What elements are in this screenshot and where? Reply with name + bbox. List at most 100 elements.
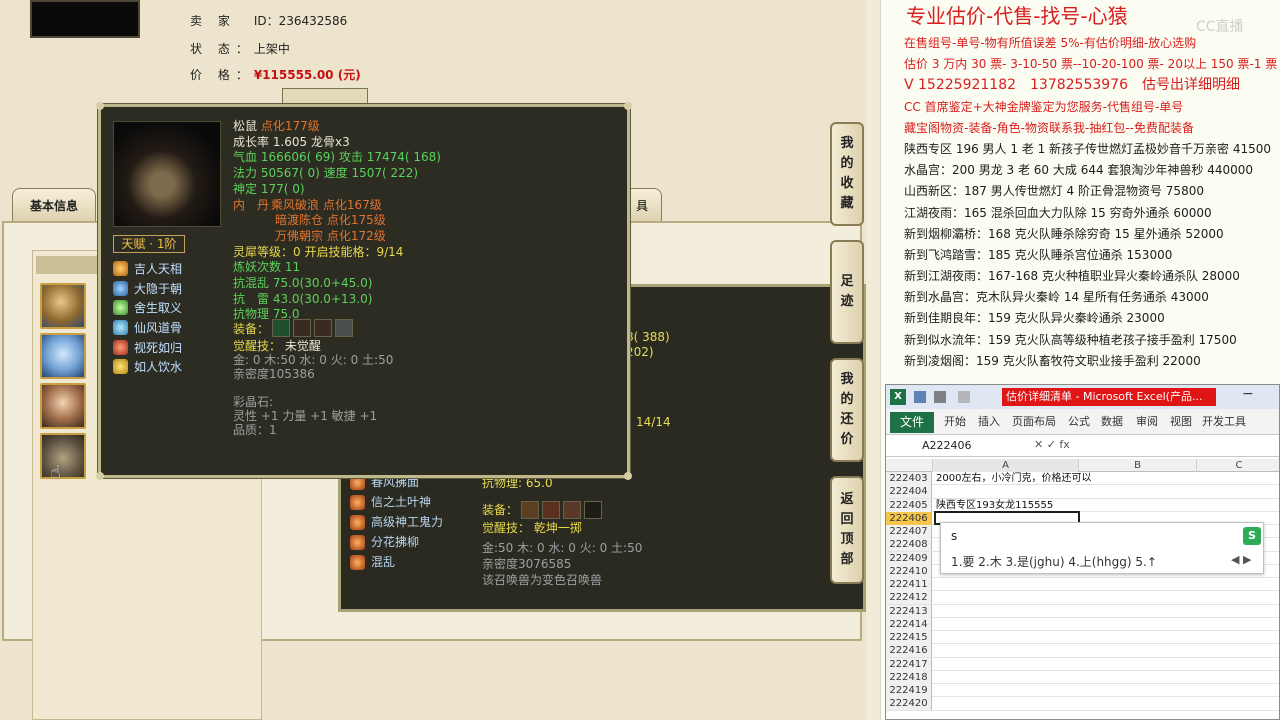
equip-slot [293,319,312,337]
skill-item: 大隐于朝 [113,279,182,299]
pet-thumb[interactable] [40,283,86,329]
pet-thumb[interactable] [40,433,86,479]
row-number[interactable]: 222418 [886,670,932,684]
skill-item: 舍生取义 [113,298,182,318]
table-row: 222411 [886,578,1279,592]
skill-icon [113,261,128,277]
footprint-button[interactable]: 足 迹 [830,240,864,344]
ime-candidates[interactable]: 1.要 2.木 3.是(jghu) 4.上(hhgg) 5.↑ [951,553,1157,570]
my-favorites-button[interactable]: 我 的 收 藏 [830,122,864,226]
row-number[interactable]: 222408 [886,538,932,552]
table-row: 222404 [886,485,1279,499]
tip2-details: 装备： 觉醒技： 乾坤一掷 金:50 木: 0 水: 0 火: 0 土:50 亲… [482,500,642,588]
price-row: 价 格： ¥115555.00 (元) [190,66,361,83]
skill-label: 混乱 [371,555,396,569]
pet-thumb[interactable] [40,333,86,379]
skill-icon [113,320,128,336]
seller-row: 卖 家 ID：236432586 [190,12,347,29]
column-header[interactable]: A [932,459,1078,472]
status-label: 状 态： [190,42,254,56]
skill-label: 如人饮水 [134,360,183,375]
skill-label: 舍生取义 [134,301,183,316]
price-label: 价 格： [190,68,254,82]
tab-page-layout[interactable]: 页面布局 [1012,413,1056,429]
column-header[interactable]: C [1196,459,1279,472]
row-number[interactable]: 222403 [886,472,932,485]
skill-item: 混乱 [350,552,443,572]
row-number[interactable]: 222414 [886,617,932,631]
tab-home[interactable]: 开始 [944,413,966,429]
undo-icon[interactable] [934,391,946,403]
ad-line: 藏宝阁物资-装备-角色-物资联系我-抽红包--免费配装备 [904,120,1194,135]
ad-line: 新到水晶宫：克木队异火秦岭 14 星所有任务通杀 43000 [904,290,1209,305]
row-number[interactable]: 222407 [886,525,932,538]
row-number[interactable]: 222410 [886,564,932,578]
minimize-icon[interactable]: − [1242,386,1254,402]
awake-value: 乾坤一掷 [533,521,582,535]
intimacy: 亲密度3076585 [482,557,572,571]
row-number[interactable]: 222416 [886,644,932,658]
tab-file[interactable]: 文件 [890,412,934,433]
btn-char: 返 [840,492,854,507]
elements: 金: 0 木:50 水: 0 火: 0 土:50 [233,353,394,367]
tab-developer[interactable]: 开发工具 [1202,413,1246,429]
redo-icon[interactable] [958,391,970,403]
btn-char: 部 [840,552,854,567]
skill-label: 高级神工鬼力 [371,515,444,529]
row-number[interactable]: 222415 [886,631,932,644]
equip-slot [584,501,603,519]
ad-lines: 在售组号-单号-物有所值误差 5%-有估价明细-放心选购 估价 3 万内 30 … [904,33,1280,372]
tab-data[interactable]: 数据 [1101,413,1123,429]
ime-input: s [951,529,958,543]
btn-char: 足 [840,274,854,289]
rivet [624,472,632,480]
equip-slot [272,319,291,337]
row-number[interactable]: 222420 [886,697,932,711]
res-chaos: 抗混乱 75.0(30.0+45.0) [233,276,373,291]
save-icon[interactable] [914,391,926,403]
pet-thumb[interactable] [40,383,86,429]
ad-title: 专业估价-代售-找号-心猿 [906,4,1128,28]
row-number[interactable]: 222413 [886,604,932,618]
tab-basic-info[interactable]: 基本信息 [12,188,96,222]
name-box[interactable]: A222406 [922,437,1030,454]
tip2-equip-row: 装备： [482,500,642,520]
back-to-top-button[interactable]: 返 回 顶 部 [830,476,864,584]
row-number[interactable]: 222411 [886,578,932,591]
column-header[interactable]: B [1078,459,1196,472]
intimacy: 亲密度105386 [233,367,315,381]
tip2-stat: 8( 388) [626,330,670,344]
row-number[interactable]: 222412 [886,591,932,605]
row-number[interactable]: 222417 [886,657,932,671]
tab-review[interactable]: 审阅 [1136,413,1158,429]
skill-icon [350,514,365,530]
fx-icon[interactable]: ✕ ✓ fx [1034,438,1070,451]
row-number[interactable]: 222406 [886,511,932,525]
equip-slot [314,319,333,337]
my-offers-button[interactable]: 我 的 还 价 [830,358,864,462]
cell-a[interactable]: 陕西专区193女龙115555 [936,499,1053,512]
pet-tooltip: 天赋 · 1阶 吉人天相 大隐于朝 舍生取义 仙风道骨 视死如归 如人饮水 松鼠… [96,102,632,480]
status-value: 上架中 [253,42,290,56]
tab-view[interactable]: 视图 [1170,413,1192,429]
skill-icon [113,300,128,316]
skill-icon [350,534,365,550]
row-number[interactable]: 222419 [886,684,932,697]
tab-formulas[interactable]: 公式 [1068,413,1090,429]
btn-char: 收 [840,176,854,191]
row-number[interactable]: 222409 [886,551,932,565]
table-row: 222417 [886,657,1279,671]
row-number[interactable]: 222404 [886,485,932,499]
btn-char: 的 [840,156,854,171]
skill-icon [350,554,365,570]
ad-line: 新到烟柳灞桥：168 克火队睡杀除穷奇 15 星外通杀 52000 [904,226,1224,241]
table-row: 222418 [886,670,1279,684]
equip-label: 装备： [233,321,270,336]
cell-a[interactable]: 2000左右，小冷门克，价格还可以 [936,472,1091,485]
tab-insert[interactable]: 插入 [978,413,1000,429]
page-arrows-icon[interactable]: ◀ ▶ [1231,553,1251,566]
growth: 成长率 1.605 龙骨x3 [233,134,350,149]
table-row: 222416 [886,644,1279,658]
pet-name: 松鼠 [233,119,258,133]
row-number[interactable]: 222405 [886,498,932,512]
